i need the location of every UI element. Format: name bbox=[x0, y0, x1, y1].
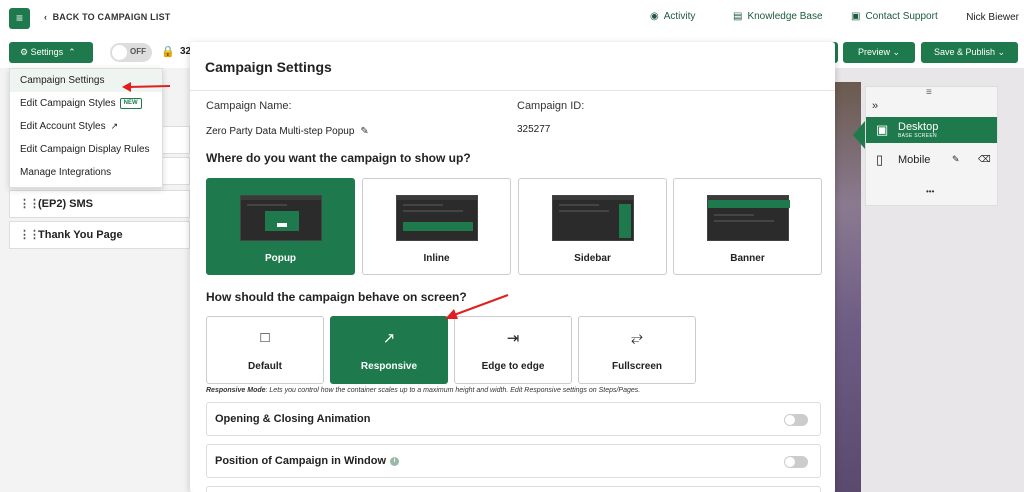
inline-thumbnail bbox=[396, 195, 478, 241]
expand-icon[interactable]: » bbox=[872, 100, 878, 112]
menu-item-edit-campaign-styles[interactable]: Edit Campaign Styles NEW bbox=[10, 92, 162, 115]
expand-arrows-icon: ⥂ bbox=[630, 329, 643, 346]
top-bar: ≡ ‹ BACK TO CAMPAIGN LIST ◉ Activity ▤ Kno… bbox=[0, 0, 1024, 36]
campaign-name-label: Campaign Name: bbox=[206, 100, 292, 112]
campaign-id-label: Campaign ID: bbox=[517, 100, 585, 112]
position-in-window-row[interactable]: Position of Campaign in Window i bbox=[206, 444, 821, 478]
chevron-left-icon: ‹ bbox=[44, 12, 53, 22]
sidebar-thumbnail bbox=[552, 195, 634, 241]
behavior-edge-to-edge[interactable]: ⇥ Edge to edge bbox=[454, 316, 572, 384]
step-item[interactable]: ⋮⋮ Thank You Page bbox=[9, 221, 190, 249]
type-label: Inline bbox=[423, 253, 450, 264]
menu-item-integrations[interactable]: Manage Integrations bbox=[10, 161, 162, 184]
type-card-inline[interactable]: Inline bbox=[362, 178, 511, 275]
type-label: Sidebar bbox=[574, 253, 611, 264]
campaign-id-value: 325277 bbox=[517, 124, 551, 135]
more-icon[interactable]: ••• bbox=[926, 187, 934, 196]
animation-toggle[interactable] bbox=[784, 414, 808, 426]
knowledge-base-link[interactable]: ▤ Knowledge Base bbox=[733, 11, 823, 22]
square-icon: □ bbox=[260, 329, 270, 346]
opening-closing-animation-row[interactable]: Opening & Closing Animation bbox=[206, 402, 821, 436]
user-name[interactable]: Nick Biewer bbox=[966, 12, 1019, 23]
hamburger-menu-button[interactable]: ≡ bbox=[9, 8, 30, 29]
external-link-icon: ↗ bbox=[382, 330, 396, 347]
chat-icon: ▣ bbox=[851, 11, 861, 22]
lock-icon: 🔒 bbox=[161, 46, 175, 58]
behavior-default[interactable]: □ Default bbox=[206, 316, 324, 384]
edit-icon[interactable]: ✎ bbox=[360, 126, 368, 137]
settings-button[interactable]: ⚙ Settings ⌃ bbox=[9, 42, 93, 63]
type-label: Popup bbox=[264, 253, 297, 264]
modal-title: Campaign Settings bbox=[205, 59, 332, 75]
activity-link[interactable]: ◉ Activity bbox=[650, 11, 695, 22]
type-card-banner[interactable]: Banner bbox=[673, 178, 822, 275]
desktop-icon: ▣ bbox=[876, 122, 889, 137]
edit-icon[interactable]: ✎ bbox=[952, 154, 960, 165]
back-to-campaigns-link[interactable]: ‹ BACK TO CAMPAIGN LIST bbox=[44, 12, 170, 22]
new-badge: NEW bbox=[119, 97, 142, 109]
next-settings-row[interactable] bbox=[206, 486, 821, 492]
behave-question: How should the campaign behave on screen… bbox=[206, 290, 467, 304]
gear-icon: ⚙ bbox=[20, 47, 29, 57]
type-card-sidebar[interactable]: Sidebar bbox=[518, 178, 667, 275]
chevron-down-icon: ⌄ bbox=[889, 47, 901, 57]
activity-icon: ◉ bbox=[650, 11, 659, 22]
type-label: Banner bbox=[730, 253, 765, 264]
device-desktop[interactable]: ▣ Desktop BASE SCREEN bbox=[866, 117, 997, 143]
behavior-fullscreen[interactable]: ⥂ Fullscreen bbox=[578, 316, 696, 384]
active-device-pointer bbox=[853, 121, 865, 149]
device-panel: ≡ » ▣ Desktop BASE SCREEN ▯ Mobile ✎ ⌫ •… bbox=[865, 86, 998, 206]
menu-item-edit-account-styles[interactable]: Edit Account Styles ↗ bbox=[10, 115, 162, 138]
trash-icon[interactable]: ⌫ bbox=[978, 154, 991, 165]
banner-thumbnail bbox=[707, 195, 790, 241]
campaign-name-value[interactable]: Zero Party Data Multi-step Popup ✎ bbox=[206, 126, 369, 137]
drag-bar-icon[interactable]: ≡ bbox=[926, 87, 932, 98]
campaign-status-toggle[interactable]: OFF bbox=[110, 43, 152, 62]
type-card-popup[interactable]: Popup bbox=[206, 178, 355, 275]
annotation-arrow bbox=[122, 82, 171, 92]
divider bbox=[190, 90, 835, 91]
chevron-up-icon: ⌃ bbox=[65, 47, 76, 57]
book-icon: ▤ bbox=[733, 11, 743, 22]
step-item[interactable]: ⋮⋮ (EP2) SMS bbox=[9, 190, 190, 218]
popup-thumbnail bbox=[240, 195, 322, 241]
horizontal-arrows-icon: ⇥ bbox=[506, 330, 520, 347]
chevron-down-icon: ⌄ bbox=[995, 47, 1006, 57]
save-publish-button[interactable]: Save & Publish ⌄ bbox=[921, 42, 1018, 63]
toggle-knob bbox=[112, 45, 127, 60]
position-toggle[interactable] bbox=[784, 456, 808, 468]
external-link-icon: ↗ bbox=[110, 121, 119, 131]
behavior-responsive[interactable]: ↗ Responsive bbox=[330, 316, 448, 384]
annotation-arrow bbox=[445, 294, 509, 319]
drag-handle-icon[interactable]: ⋮⋮ bbox=[19, 191, 40, 217]
preview-button[interactable]: Preview ⌄ bbox=[843, 42, 915, 63]
contact-support-link[interactable]: ▣ Contact Support bbox=[851, 11, 938, 22]
menu-item-display-rules[interactable]: Edit Campaign Display Rules bbox=[10, 138, 162, 161]
responsive-note: Responsive Mode: Lets you control how th… bbox=[206, 387, 641, 394]
mobile-icon: ▯ bbox=[876, 152, 884, 167]
drag-handle-icon[interactable]: ⋮⋮ bbox=[19, 222, 40, 248]
info-icon[interactable]: i bbox=[390, 456, 399, 466]
where-question: Where do you want the campaign to show u… bbox=[206, 151, 471, 165]
device-mobile[interactable]: ▯ Mobile ✎ ⌫ bbox=[866, 147, 997, 173]
campaign-settings-modal: Campaign Settings Campaign Name: Zero Pa… bbox=[190, 42, 835, 492]
